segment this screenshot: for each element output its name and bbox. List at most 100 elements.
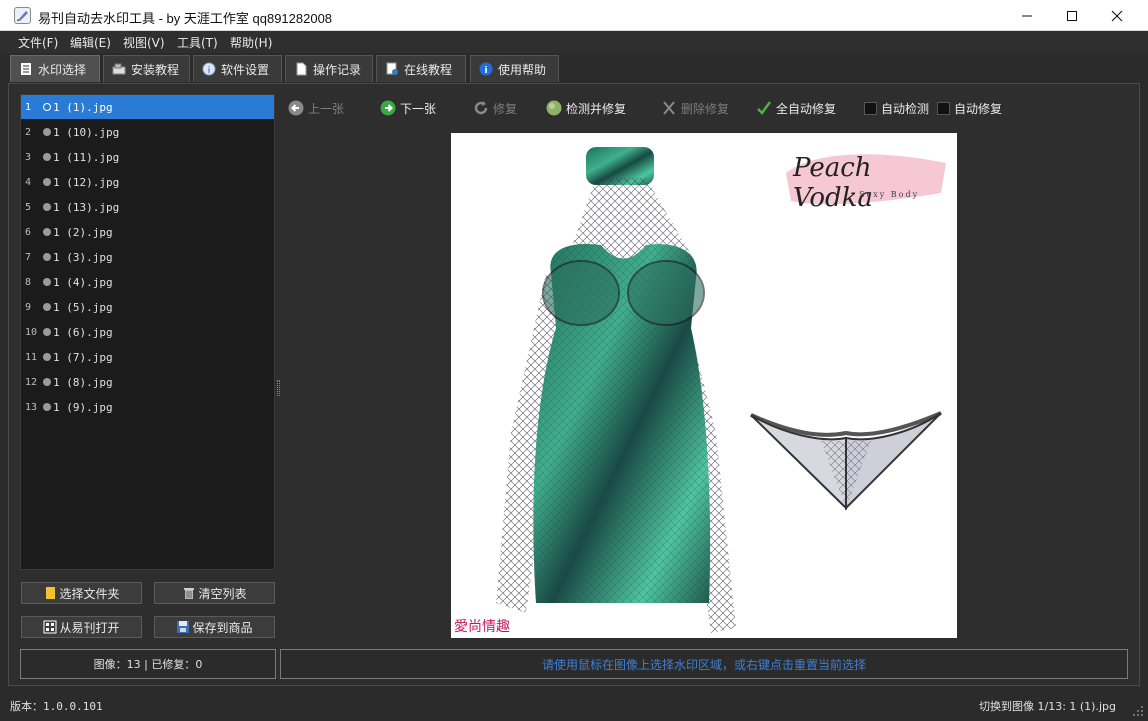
package-icon (112, 62, 126, 76)
tab-label: 水印选择 (38, 62, 87, 77)
online-icon (385, 62, 399, 76)
file-name: 1 (1).jpg (53, 100, 113, 114)
image-stats: 图像：13 | 已修复：0 (20, 649, 276, 679)
file-row[interactable]: 2 1 (10).jpg (21, 120, 274, 144)
status-dot-icon (43, 128, 51, 136)
arrow-right-icon (380, 100, 396, 116)
status-dot-icon (43, 153, 51, 161)
version-label: 版本：1.0.0.101 (10, 700, 103, 713)
next-image-button[interactable]: 下一张 (380, 97, 436, 119)
file-row[interactable]: 6 1 (2).jpg (21, 220, 274, 244)
file-row[interactable]: 13 1 (9).jpg (21, 395, 274, 419)
row-number: 3 (25, 151, 32, 163)
resize-grip-icon[interactable] (1132, 705, 1144, 717)
row-number: 8 (25, 276, 32, 288)
title-bar: 易刊自动去水印工具 - by 天涯工作室 qq891282008 (0, 0, 1148, 31)
minimize-button[interactable] (1004, 0, 1050, 31)
row-number: 6 (25, 226, 32, 238)
auto-repair-toggle[interactable]: 自动修复 (937, 97, 1002, 119)
tab-operation-log[interactable]: 操作记录 (285, 55, 373, 82)
menu-help[interactable]: 帮助(H) (230, 34, 272, 51)
auto-detect-toggle[interactable]: 自动检测 (864, 97, 929, 119)
auto-repair-checkbox[interactable] (937, 101, 950, 115)
status-dot-icon (43, 403, 51, 411)
file-name: 1 (10).jpg (53, 125, 120, 139)
status-dot-icon (43, 178, 51, 186)
tab-label: 在线教程 (404, 62, 453, 77)
maximize-button[interactable] (1049, 0, 1095, 31)
file-name: 1 (11).jpg (53, 150, 120, 164)
menu-bar: 文件(F) 编辑(E) 视图(V) 工具(T) 帮助(H) (0, 31, 1148, 53)
status-dot-icon (43, 353, 51, 361)
x-icon (661, 100, 677, 116)
file-row[interactable]: 7 1 (3).jpg (21, 245, 274, 269)
button-label: 从易刊打开 (59, 620, 120, 635)
status-dot-icon (43, 103, 51, 111)
brand-logo-subtitle: Sexy Body (859, 190, 920, 199)
row-number: 2 (25, 126, 32, 138)
file-row[interactable]: 1 1 (1).jpg (21, 95, 274, 119)
file-row[interactable]: 9 1 (5).jpg (21, 295, 274, 319)
close-button[interactable] (1094, 0, 1140, 31)
row-number: 1 (25, 101, 32, 113)
tab-online-tutorial[interactable]: 在线教程 (376, 55, 466, 82)
menu-edit[interactable]: 编辑(E) (70, 34, 111, 51)
file-row[interactable]: 10 1 (6).jpg (21, 320, 274, 344)
refresh-icon (473, 100, 489, 116)
status-dot-icon (43, 278, 51, 286)
tool-label: 自动修复 (954, 101, 1003, 116)
file-row[interactable]: 5 1 (13).jpg (21, 195, 274, 219)
file-name: 1 (8).jpg (53, 375, 113, 389)
image-preview-canvas[interactable]: Peach Vodka Sexy Body 愛尚情趣 (451, 133, 957, 638)
full-auto-repair-button[interactable]: 全自动修复 (756, 97, 836, 119)
splitter-handle[interactable] (277, 380, 280, 396)
document-icon (19, 62, 33, 76)
file-list[interactable]: 1 1 (1).jpg 2 1 (10).jpg 3 1 (11).jpg 4 … (20, 94, 275, 570)
file-name: 1 (12).jpg (53, 175, 120, 189)
maximize-icon (1067, 10, 1077, 21)
detect-and-repair-button[interactable]: 检测并修复 (546, 97, 626, 119)
file-row[interactable]: 11 1 (7).jpg (21, 345, 274, 369)
file-row[interactable]: 3 1 (11).jpg (21, 145, 274, 169)
prev-image-button[interactable]: 上一张 (288, 97, 344, 119)
button-label: 保存到商品 (192, 620, 253, 635)
menu-tools[interactable]: 工具(T) (177, 34, 218, 51)
tab-help[interactable]: i 使用帮助 (470, 55, 559, 82)
green-orb-icon (546, 100, 562, 116)
status-dot-icon (43, 228, 51, 236)
tool-label: 检测并修复 (566, 101, 627, 116)
status-dot-icon (43, 328, 51, 336)
auto-detect-checkbox[interactable] (864, 101, 877, 115)
status-dot-icon (43, 378, 51, 386)
file-name: 1 (4).jpg (53, 275, 113, 289)
status-dot-icon (43, 203, 51, 211)
tool-label: 自动检测 (881, 101, 930, 116)
tab-install-guide[interactable]: 安装教程 (103, 55, 190, 82)
file-row[interactable]: 4 1 (12).jpg (21, 170, 274, 194)
tab-bar: 水印选择 安装教程 i 软件设置 操作记录 在线教程 i 使用帮助 (0, 53, 1148, 83)
row-number: 11 (25, 351, 38, 363)
trash-icon (182, 586, 196, 600)
select-folder-button[interactable]: 选择文件夹 (21, 582, 142, 604)
row-number: 7 (25, 251, 32, 263)
repair-button[interactable]: 修复 (473, 97, 517, 119)
tab-watermark-select[interactable]: 水印选择 (10, 55, 100, 82)
file-row[interactable]: 8 1 (4).jpg (21, 270, 274, 294)
arrow-left-icon (288, 100, 304, 116)
delete-repair-button[interactable]: 删除修复 (661, 97, 729, 119)
open-from-yikan-button[interactable]: 从易刊打开 (21, 616, 142, 638)
file-row[interactable]: 12 1 (8).jpg (21, 370, 274, 394)
menu-view[interactable]: 视图(V) (123, 34, 165, 51)
menu-file[interactable]: 文件(F) (18, 34, 58, 51)
button-label: 清空列表 (198, 586, 247, 601)
file-name: 1 (2).jpg (53, 225, 113, 239)
tab-label: 使用帮助 (498, 62, 547, 77)
row-number: 9 (25, 301, 32, 313)
clear-list-button[interactable]: 清空列表 (154, 582, 275, 604)
watermark-text: 愛尚情趣 (454, 619, 510, 635)
tab-settings[interactable]: i 软件设置 (193, 55, 282, 82)
current-image-status: 切换到图像 1/13: 1 (1).jpg (979, 700, 1116, 713)
save-to-product-button[interactable]: 保存到商品 (154, 616, 275, 638)
status-bar: 版本：1.0.0.101 切换到图像 1/13: 1 (1).jpg (0, 690, 1148, 721)
file-name: 1 (6).jpg (53, 325, 113, 339)
